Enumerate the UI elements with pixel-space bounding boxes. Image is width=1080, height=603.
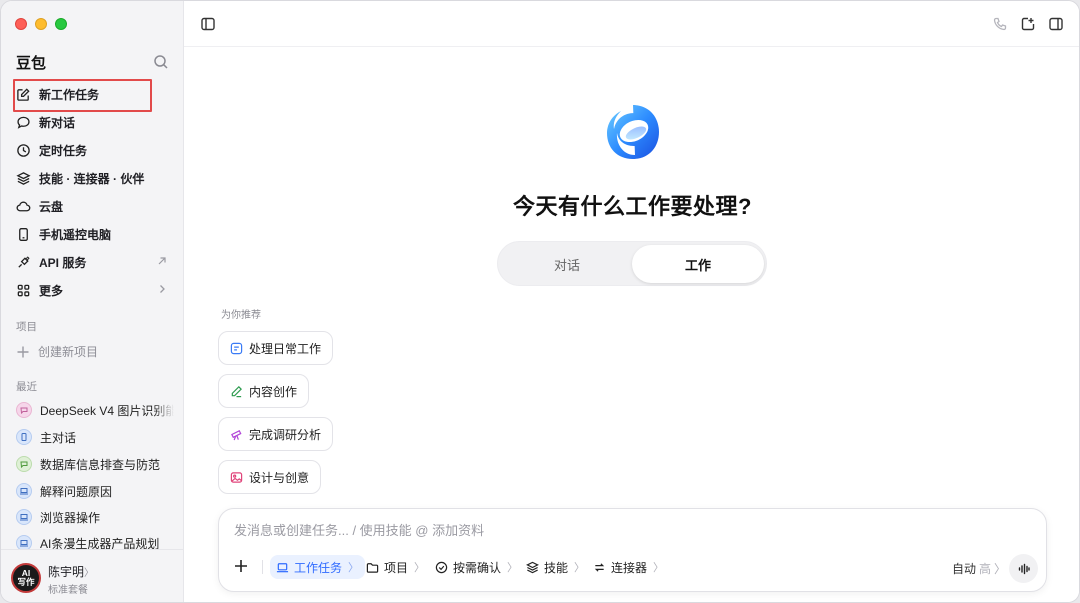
connector-button[interactable]: 连接器〉 (587, 555, 670, 579)
laptop-icon (16, 483, 32, 499)
sidebar-item-skills[interactable]: 技能 · 连接器 · 伙伴 (11, 165, 176, 191)
sidebar-item-label: 技能 · 连接器 · 伙伴 (39, 171, 145, 186)
create-project-label: 创建新项目 (38, 345, 99, 359)
top-bar (184, 1, 1079, 47)
recent-item[interactable]: 浏览器操作 (16, 506, 174, 528)
new-window-icon[interactable] (1020, 16, 1036, 32)
message-input[interactable] (234, 523, 1024, 538)
sidebar-item-label: API 服务 (39, 255, 87, 270)
telescope-icon (231, 429, 242, 440)
connector-icon (594, 562, 605, 572)
chip-label: 完成调研分析 (249, 427, 322, 442)
cloud-icon (16, 201, 31, 211)
user-plan: 标准套餐 (48, 585, 88, 596)
projects-section-label: 项目 (16, 321, 37, 333)
recent-item[interactable]: 主对话 (16, 426, 174, 448)
suggestion-chip-daily-work[interactable]: 处理日常工作 (218, 331, 334, 365)
window-controls (15, 18, 67, 30)
skills-button[interactable]: 技能〉 (520, 555, 591, 579)
recommend-label: 为你推荐 (221, 310, 261, 321)
sidebar-item-phone-remote[interactable]: 手机遥控电脑 (11, 221, 176, 247)
app-window: 豆包 新工作任务 新对话 定时任务 技能 · 连接器 · 伙伴 云盘 手机遥控电… (0, 0, 1080, 603)
mode-work-tab[interactable]: 工作 (632, 245, 764, 283)
recent-item-label: 主对话 (40, 430, 77, 445)
voice-input-button[interactable] (1009, 554, 1038, 583)
add-attachment-icon[interactable] (233, 558, 249, 574)
sidebar: 豆包 新工作任务 新对话 定时任务 技能 · 连接器 · 伙伴 云盘 手机遥控电… (1, 1, 184, 602)
edit-icon (17, 87, 30, 101)
mode-toggle: 对话 工作 (497, 241, 767, 286)
search-icon[interactable] (153, 54, 169, 70)
phone-call-icon[interactable] (992, 16, 1008, 32)
chat-icon (16, 456, 32, 472)
sidebar-item-label: 定时任务 (39, 143, 88, 158)
sidebar-toggle-icon[interactable] (200, 16, 216, 32)
work-task-button[interactable]: 工作任务〉 (270, 555, 366, 579)
confirm-mode-button[interactable]: 按需确认〉 (429, 555, 524, 579)
check-circle-icon (435, 561, 448, 573)
recent-item-label: 解释问题原因 (40, 484, 113, 499)
model-select[interactable]: 自动高〉 (952, 560, 1006, 577)
user-name: 陈宇明〉 (48, 565, 95, 579)
folder-icon (366, 562, 379, 573)
mode-chat-tab[interactable]: 对话 (501, 245, 633, 283)
project-button[interactable]: 项目〉 (360, 555, 431, 579)
sidebar-item-label: 新工作任务 (39, 87, 100, 102)
sidebar-item-label: 手机遥控电脑 (39, 227, 112, 242)
chip-label: 内容创作 (249, 384, 298, 399)
list-icon (230, 342, 243, 354)
sidebar-item-scheduled-tasks[interactable]: 定时任务 (11, 137, 176, 163)
laptop-icon (276, 562, 289, 572)
user-profile[interactable]: AI 写作 陈宇明〉 标准套餐 (1, 549, 183, 602)
divider (262, 560, 263, 574)
sidebar-item-cloud-drive[interactable]: 云盘 (11, 193, 176, 219)
sidebar-item-more[interactable]: 更多 (11, 277, 176, 303)
chip-label: 设计与创意 (249, 470, 310, 485)
chat-bubble-icon (17, 116, 30, 129)
layers-icon (16, 171, 31, 185)
doubao-logo-icon (607, 105, 659, 159)
message-composer: 工作任务〉 项目〉 按需确认〉 技能〉 连接器〉 自动高〉 (218, 508, 1047, 592)
layers-icon (526, 561, 539, 573)
sidebar-item-label: 新对话 (39, 115, 76, 130)
zoom-window-button[interactable] (55, 18, 67, 30)
suggestion-chip-content-creation[interactable]: 内容创作 (218, 374, 310, 408)
waveform-icon (1018, 563, 1030, 574)
image-icon (230, 471, 243, 483)
sidebar-item-new-work-task[interactable]: 新工作任务 (11, 81, 176, 107)
sidebar-item-label: 更多 (39, 283, 64, 298)
recent-item-label: 浏览器操作 (40, 510, 101, 525)
recent-item[interactable]: 解释问题原因 (16, 480, 174, 502)
page-title: 今天有什么工作要处理? (513, 194, 752, 219)
sidebar-item-api-service[interactable]: API 服务 (11, 249, 176, 275)
minimize-window-button[interactable] (35, 18, 47, 30)
sidebar-item-label: 云盘 (39, 199, 64, 214)
recent-section-label: 最近 (16, 381, 37, 393)
chat-icon (16, 402, 32, 418)
create-project-button[interactable]: 创建新项目 (16, 343, 98, 360)
recent-item[interactable]: 数据库信息排查与防范 (16, 453, 174, 475)
plus-icon (17, 346, 29, 357)
laptop-icon (16, 509, 32, 525)
pen-icon (231, 385, 242, 397)
chevron-right-icon (160, 285, 165, 293)
phone-icon (19, 227, 28, 241)
sidebar-item-new-chat[interactable]: 新对话 (11, 109, 176, 135)
chip-label: 处理日常工作 (249, 341, 322, 356)
clock-icon (17, 143, 30, 157)
recent-item-label: 数据库信息排查与防范 (40, 457, 161, 472)
recent-item[interactable]: DeepSeek V4 图片识别能 (16, 399, 174, 421)
app-name: 豆包 (16, 55, 47, 72)
grid-icon (17, 284, 30, 296)
plug-icon (18, 255, 30, 268)
suggestion-chip-design[interactable]: 设计与创意 (218, 460, 322, 494)
phone-icon (16, 429, 32, 445)
main-panel: 今天有什么工作要处理? 对话 工作 为你推荐 处理日常工作 内容创作 完成调研分… (184, 1, 1079, 602)
suggestion-chip-research[interactable]: 完成调研分析 (218, 417, 334, 451)
avatar: AI 写作 (11, 563, 41, 593)
external-link-icon (158, 257, 166, 265)
right-panel-toggle-icon[interactable] (1048, 16, 1064, 32)
close-window-button[interactable] (15, 18, 27, 30)
